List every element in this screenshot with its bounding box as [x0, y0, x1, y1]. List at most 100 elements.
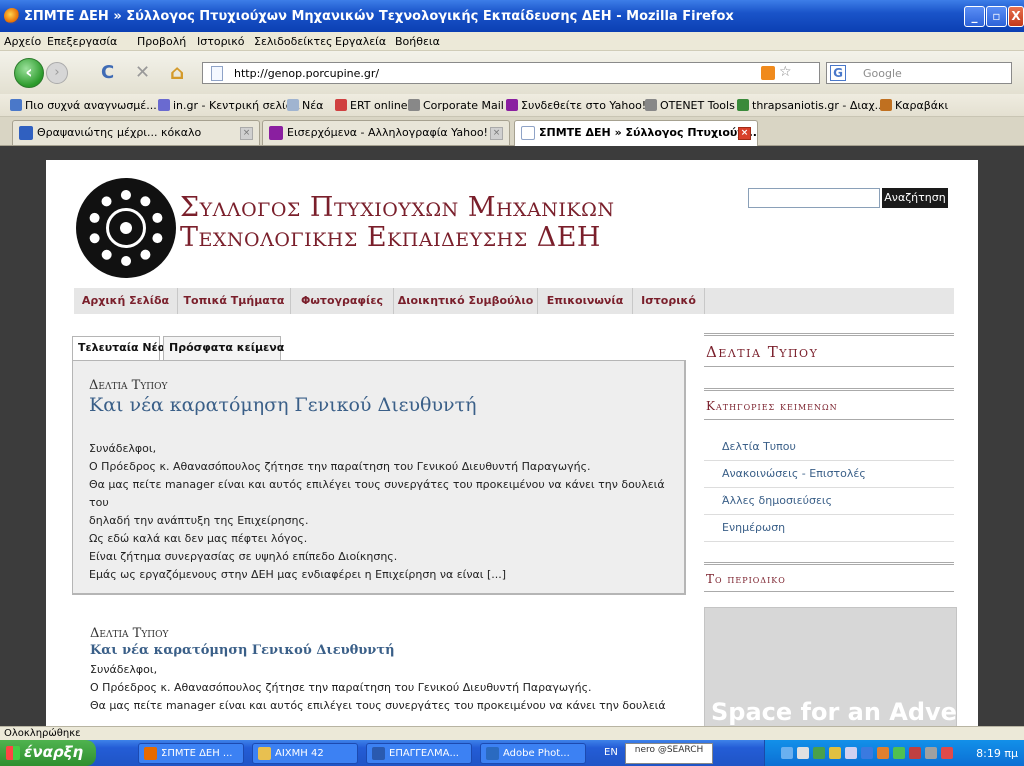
maximize-button[interactable]: ▫ [986, 6, 1007, 27]
document-icon [372, 747, 385, 760]
folder-icon [258, 747, 271, 760]
tray-icon[interactable] [845, 747, 857, 759]
nav-contact[interactable]: Επικοινωνία [538, 288, 633, 314]
stop-icon[interactable]: ✕ [135, 62, 150, 83]
post-category[interactable]: Δελτια Τυπου [89, 378, 167, 393]
site-title-line1: Συλλογος Πτυχιουχων Μηχανικων [180, 192, 615, 223]
tab-close-icon[interactable]: × [240, 127, 253, 140]
sidebar-press-heading[interactable]: Δελτια Τυπου [704, 333, 954, 367]
browser-tab[interactable]: ΣΠΜΤΕ ΔΕΗ » Σύλλογος Πτυχιούχ... × [514, 120, 758, 147]
menu-view[interactable]: Προβολή [137, 35, 186, 48]
excerpt-line: Είναι ζήτημα συνεργασίας σε υψηλό επίπεδ… [89, 550, 398, 563]
menu-bookmarks[interactable]: Σελιδοδείκτες [254, 35, 333, 48]
nero-search-box[interactable]: nero @SEARCH [625, 743, 713, 764]
post-category[interactable]: Δελτια Τυπου [90, 626, 680, 641]
google-icon[interactable]: G [830, 65, 846, 81]
clock[interactable]: 8:19 πμ [976, 747, 1018, 760]
photoshop-icon [486, 747, 499, 760]
taskbar-item-photoshop[interactable]: Adobe Phot... [480, 743, 586, 764]
taskbar-item-folder[interactable]: ΑΙΧΜΗ 42 [252, 743, 358, 764]
bookmark-item[interactable]: in.gr - Κεντρική σελίδα [158, 99, 300, 112]
tray-icon[interactable] [909, 747, 921, 759]
forward-button[interactable]: › [46, 62, 68, 84]
bookmark-item[interactable]: Καραβάκι [880, 99, 948, 112]
tab-recent-texts[interactable]: Πρόσφατα κείμενα [163, 336, 284, 360]
nav-photos[interactable]: Φωτογραφίες [291, 288, 394, 314]
bookmark-item[interactable]: Συνδεθείτε στο Yahoo! [506, 99, 646, 112]
tray-icon[interactable] [925, 747, 937, 759]
sidebar-category-link[interactable]: Ανακοινώσεις - Επιστολές [704, 461, 954, 488]
nav-home[interactable]: Αρχική Σελίδα [74, 288, 178, 314]
url-bar[interactable]: http://genop.porcupine.gr/ ☆ [202, 62, 820, 84]
site-title[interactable]: Συλλογος Πτυχιουχων Μηχανικων Τεχνολογικ… [180, 193, 700, 253]
tray-icon[interactable] [861, 747, 873, 759]
site-title-line2: Τεχνολογικης Εκπαιδευσης ΔΕΗ [180, 222, 601, 253]
bookmark-label: Νέα [302, 99, 324, 112]
tray-icon[interactable] [893, 747, 905, 759]
windows-logo-icon [6, 746, 20, 760]
bookmark-icon [158, 99, 170, 111]
minimize-button[interactable]: _ [964, 6, 985, 27]
tray-icon[interactable] [781, 747, 793, 759]
site-logo[interactable] [76, 178, 176, 278]
bookmark-item[interactable]: OTENET Tools [645, 99, 735, 112]
start-button[interactable]: έναρξη [0, 740, 96, 766]
system-tray: 8:19 πμ [764, 740, 1024, 766]
sidebar-category-link[interactable]: Άλλες δημοσιεύσεις [704, 488, 954, 515]
back-button[interactable]: ‹ [14, 58, 44, 88]
menu-file[interactable]: Αρχείο [4, 35, 41, 48]
start-label: έναρξη [24, 743, 84, 761]
sidebar-category-link[interactable]: Ενημέρωση [704, 515, 954, 542]
menu-history[interactable]: Ιστορικό [197, 35, 245, 48]
featured-post: Δελτια Τυπου Και νέα καρατόμηση Γενικού … [72, 360, 686, 595]
firefox-icon [4, 8, 20, 24]
bookmark-label: Συνδεθείτε στο Yahoo! [521, 99, 647, 112]
home-icon[interactable]: ⌂ [170, 60, 184, 84]
bookmark-icon [880, 99, 892, 111]
post-title[interactable]: Και νέα καρατόμηση Γενικού Διευθυντή [90, 643, 680, 658]
bookmark-item[interactable]: ERT online [335, 99, 408, 112]
nav-board[interactable]: Διοικητικό Συμβούλιο [394, 288, 538, 314]
rss-icon[interactable] [761, 66, 775, 80]
tab-favicon [19, 126, 33, 140]
menu-tools[interactable]: Εργαλεία [335, 35, 386, 48]
reload-icon[interactable]: C [101, 62, 114, 83]
bookmark-icon [506, 99, 518, 111]
sidebar-category-link[interactable]: Δελτία Τυπου [704, 434, 954, 461]
site-search-input[interactable] [748, 188, 880, 208]
excerpt-line: Ο Πρόεδρος κ. Αθανασόπουλος ζήτησε την π… [90, 681, 592, 694]
language-indicator[interactable]: EN [604, 747, 618, 758]
tab-close-icon[interactable]: × [738, 127, 751, 140]
tray-icon[interactable] [813, 747, 825, 759]
tray-icon[interactable] [941, 747, 953, 759]
advert-box[interactable]: Space for an Advert [704, 607, 957, 726]
bookmark-item[interactable]: thrapsaniotis.gr - Διαχ... [737, 99, 885, 112]
browser-tab[interactable]: Εισερχόμενα - Αλληλογραφία Yahoo! × [262, 120, 510, 145]
bookmark-item[interactable]: Νέα [287, 99, 323, 112]
search-box[interactable]: G Google [826, 62, 1012, 84]
site-search-button[interactable]: Αναζήτηση [882, 188, 948, 208]
browser-tab[interactable]: Θραψανιώτης μέχρι... κόκαλο × [12, 120, 260, 145]
taskbar-item-word[interactable]: ΕΠΑΓΓΕΛΜΑ... [366, 743, 472, 764]
nav-history[interactable]: Ιστορικό [633, 288, 705, 314]
bookmark-icon [10, 99, 22, 111]
bookmark-item[interactable]: Corporate Mail [408, 99, 504, 112]
bookmark-star-icon[interactable]: ☆ [779, 64, 792, 80]
close-button[interactable]: X [1008, 6, 1024, 27]
tray-icon[interactable] [797, 747, 809, 759]
tab-close-icon[interactable]: × [490, 127, 503, 140]
menu-edit[interactable]: Επεξεργασία [47, 35, 117, 48]
nav-local-sections[interactable]: Τοπικά Τμήματα [178, 288, 291, 314]
tray-icon[interactable] [829, 747, 841, 759]
bookmark-label: ERT online [350, 99, 408, 112]
post-title[interactable]: Και νέα καρατόμηση Γενικού Διευθυντή [89, 394, 477, 416]
advert-text: Space for an Advert [711, 698, 957, 726]
menu-help[interactable]: Βοήθεια [395, 35, 440, 48]
taskbar-label: ΕΠΑΓΓΕΛΜΑ... [389, 748, 459, 759]
taskbar-item-firefox[interactable]: ΣΠΜΤΕ ΔΕΗ ... [138, 743, 244, 764]
tab-latest-news[interactable]: Τελευταία Νέα [72, 336, 165, 360]
bookmark-item[interactable]: Πιο συχνά αναγνωσμέ... [10, 99, 157, 112]
excerpt-line: Θα μας πείτε manager είναι και αυτός επι… [90, 699, 666, 712]
tray-icon[interactable] [877, 747, 889, 759]
taskbar-label: ΑΙΧΜΗ 42 [275, 748, 324, 759]
